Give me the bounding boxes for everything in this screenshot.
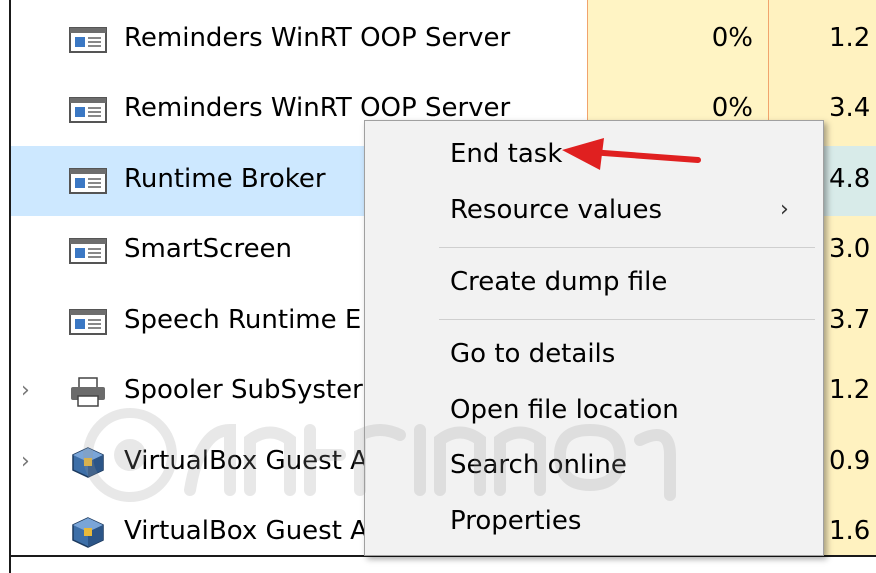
menu-item-properties[interactable]: Properties [450, 506, 581, 536]
menu-item-resource-values[interactable]: Resource values [450, 195, 662, 225]
menu-item-search-online[interactable]: Search online [450, 450, 627, 480]
process-row[interactable]: Reminders WinRT OOP Server 0% 1.2 [11, 5, 876, 75]
app-window-icon [69, 238, 107, 264]
cpu-value: 0% [711, 23, 753, 53]
task-manager-processes: Reminders WinRT OOP Server 0% 1.2 Remind… [0, 0, 876, 573]
menu-item-go-to-details[interactable]: Go to details [450, 339, 615, 369]
virtualbox-icon [72, 447, 104, 478]
memory-value: 1.6 [829, 516, 871, 546]
memory-value: 3.7 [829, 305, 871, 335]
window-border [9, 0, 11, 573]
app-window-icon [69, 309, 107, 335]
chevron-right-icon: › [780, 197, 789, 222]
memory-value: 1.2 [829, 375, 871, 405]
process-name: Runtime Broker [124, 164, 326, 194]
process-name: VirtualBox Guest A [124, 516, 368, 546]
process-name: Reminders WinRT OOP Server [124, 93, 511, 123]
menu-item-open-file-location[interactable]: Open file location [450, 395, 679, 425]
app-window-icon [69, 97, 107, 123]
printer-icon [71, 377, 105, 407]
memory-value: 3.4 [829, 93, 871, 123]
memory-value: 3.0 [829, 234, 871, 264]
memory-value: 0.9 [829, 446, 871, 476]
app-window-icon [69, 168, 107, 194]
memory-value: 1.2 [829, 23, 871, 53]
menu-separator [439, 319, 815, 320]
chevron-right-icon[interactable]: › [21, 450, 41, 474]
process-name: Reminders WinRT OOP Server [124, 23, 511, 53]
memory-value: 4.8 [829, 164, 871, 194]
virtualbox-icon [72, 517, 104, 548]
process-name: VirtualBox Guest A [124, 446, 368, 476]
cpu-value: 0% [711, 93, 753, 123]
process-name: SmartScreen [124, 234, 293, 264]
app-window-icon [69, 27, 107, 53]
chevron-right-icon[interactable]: › [21, 379, 41, 403]
context-menu: End task Resource values › Create dump f… [364, 120, 824, 556]
menu-separator [439, 247, 815, 248]
process-name: Speech Runtime E [124, 305, 362, 335]
process-name: Spooler SubSyster [124, 375, 363, 405]
menu-item-end-task[interactable]: End task [450, 139, 562, 169]
red-arrow-icon [562, 138, 701, 170]
menu-item-create-dump-file[interactable]: Create dump file [450, 267, 667, 297]
